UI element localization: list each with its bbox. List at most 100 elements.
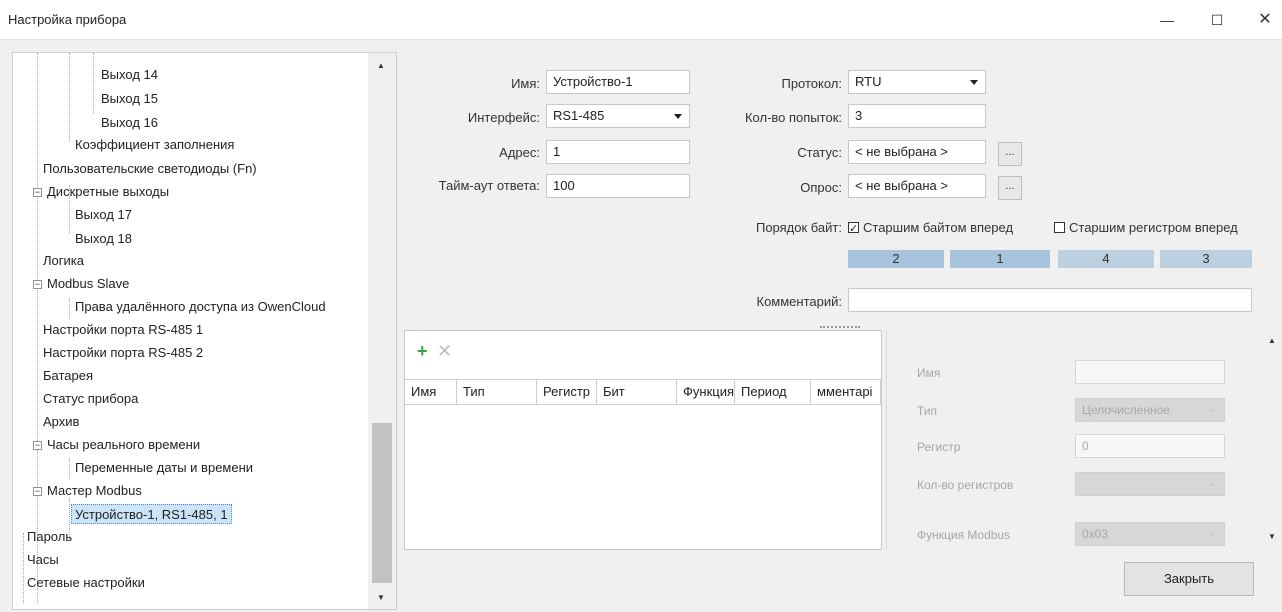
chevron-down-icon: ⌄ <box>1207 404 1216 415</box>
collapse-icon[interactable]: − <box>33 280 42 289</box>
scroll-up-icon[interactable]: ▲ <box>377 61 385 70</box>
prop-function-select: 0x03 ⌄ <box>1075 522 1225 546</box>
prop-reg-count-select: ⌄ <box>1075 472 1225 496</box>
tree-item-user-leds[interactable]: Пользовательские светодиоды (Fn) <box>43 159 257 179</box>
timeout-input[interactable]: 100 <box>546 174 690 198</box>
prop-type-label: Тип <box>917 404 938 418</box>
add-variable-button[interactable]: + <box>417 341 428 362</box>
tree-item-rs485-port-2[interactable]: Настройки порта RS-485 2 <box>43 343 203 363</box>
close-window-button[interactable]: ✕ <box>1248 6 1282 34</box>
title-bar: Настройка прибора — ☐ ✕ <box>0 0 1282 40</box>
tree-item-output-16[interactable]: Выход 16 <box>101 113 158 133</box>
name-label: Имя: <box>511 76 540 91</box>
chevron-down-icon <box>674 114 682 119</box>
tree-connector <box>69 459 70 479</box>
protocol-select[interactable]: RTU <box>848 70 986 94</box>
high-byte-first-checkbox[interactable]: Старшим байтом вперед <box>848 218 1014 239</box>
tree-connector <box>93 53 94 113</box>
poll-label: Опрос: <box>800 180 842 195</box>
grid-toolbar: + ✕ <box>405 331 881 371</box>
splitter-handle[interactable] <box>820 326 860 328</box>
tree-item-discrete-outputs[interactable]: Дискретные выходы <box>47 182 169 202</box>
tree-item-owencloud-access[interactable]: Права удалённого доступа из OwenCloud <box>75 297 326 317</box>
tree-connector <box>37 53 38 603</box>
tree-item-logic[interactable]: Логика <box>43 251 84 271</box>
high-reg-first-checkbox[interactable]: Старшим регистром вперед <box>1054 218 1238 238</box>
tree-item-datetime-vars[interactable]: Переменные даты и времени <box>75 458 253 478</box>
tree-item-output-15[interactable]: Выход 15 <box>101 89 158 109</box>
grid-header: Имя Тип Регистр Бит Функция Период ммент… <box>405 379 881 405</box>
prop-type-value: Целочисленное <box>1082 403 1170 417</box>
interface-select[interactable]: RS1-485 <box>546 104 690 128</box>
byte-cell-4: 3 <box>1160 250 1252 268</box>
tree-item-rtc[interactable]: Часы реального времени <box>47 435 200 455</box>
tree-item-output-14[interactable]: Выход 14 <box>101 65 158 85</box>
tree-item-clock[interactable]: Часы <box>27 550 59 570</box>
prop-name-input <box>1075 360 1225 384</box>
scroll-up-icon[interactable]: ▲ <box>1268 336 1276 345</box>
settings-tree[interactable]: Выход 14 Выход 15 Выход 16 Коэффициент з… <box>12 52 397 610</box>
status-field[interactable]: < не выбрана > <box>848 140 986 164</box>
scroll-down-icon[interactable]: ▼ <box>1268 532 1276 541</box>
tree-item-output-17[interactable]: Выход 17 <box>75 205 132 225</box>
tree-item-modbus-master[interactable]: Мастер Modbus <box>47 481 142 501</box>
prop-name-label: Имя <box>917 366 941 380</box>
chevron-down-icon: ⌄ <box>1207 528 1216 539</box>
prop-register-label: Регистр <box>917 440 961 454</box>
tree-item-archive[interactable]: Архив <box>43 412 79 432</box>
tree-scrollbar[interactable]: ▲ ▼ <box>368 53 396 609</box>
interface-value: RS1-485 <box>553 108 605 123</box>
properties-scrollbar[interactable]: ▲ ▼ <box>1266 334 1280 546</box>
collapse-icon[interactable]: − <box>33 441 42 450</box>
column-header-period[interactable]: Период <box>735 380 811 404</box>
poll-field[interactable]: < не выбрана > <box>848 174 986 198</box>
tree-item-duty-cycle[interactable]: Коэффициент заполнения <box>75 135 234 155</box>
column-header-name[interactable]: Имя <box>405 380 457 404</box>
retries-input[interactable]: 3 <box>848 104 986 128</box>
chevron-down-icon <box>970 80 978 85</box>
tree-connector <box>69 299 70 319</box>
column-header-register[interactable]: Регистр <box>537 380 597 404</box>
prop-function-value: 0x03 <box>1082 527 1109 541</box>
name-input[interactable]: Устройство-1 <box>546 70 690 94</box>
timeout-label: Тайм-аут ответа: <box>438 178 540 193</box>
high-byte-first-label: Старшим байтом вперед <box>863 220 1014 235</box>
tree-item-device-status[interactable]: Статус прибора <box>43 389 138 409</box>
column-header-type[interactable]: Тип <box>457 380 537 404</box>
column-header-bit[interactable]: Бит <box>597 380 677 404</box>
address-input[interactable]: 1 <box>546 140 690 164</box>
close-button[interactable]: Закрыть <box>1124 562 1254 596</box>
comment-label: Комментарий: <box>756 294 843 309</box>
variables-grid: + ✕ Имя Тип Регистр Бит Функция Период м… <box>404 330 882 550</box>
high-reg-first-label: Старшим регистром вперед <box>1069 220 1238 235</box>
tree-item-rs485-port-1[interactable]: Настройки порта RS-485 1 <box>43 320 203 340</box>
comment-input[interactable] <box>848 288 1252 312</box>
minimize-button[interactable]: — <box>1150 6 1184 34</box>
tree-connector <box>69 53 70 141</box>
column-header-comment[interactable]: мментарі <box>811 380 881 404</box>
byte-order-label: Порядок байт: <box>755 220 842 235</box>
scroll-thumb[interactable] <box>372 423 392 583</box>
prop-type-select: Целочисленное ⌄ <box>1075 398 1225 422</box>
prop-register-input: 0 <box>1075 434 1225 458</box>
tree-item-password[interactable]: Пароль <box>27 527 72 547</box>
collapse-icon[interactable]: − <box>33 487 42 496</box>
interface-label: Интерфейс: <box>467 110 540 125</box>
collapse-icon[interactable]: − <box>33 188 42 197</box>
poll-browse-button[interactable]: ... <box>998 176 1022 200</box>
status-browse-button[interactable]: ... <box>998 142 1022 166</box>
tree-item-device-1[interactable]: Устройство-1, RS1-485, 1 <box>71 504 232 524</box>
column-header-function[interactable]: Функция <box>677 380 735 404</box>
scroll-down-icon[interactable]: ▼ <box>377 593 385 602</box>
checkbox-icon <box>848 219 859 239</box>
variable-properties: Имя Тип Целочисленное ⌄ Регистр 0 Кол-во… <box>886 330 1280 550</box>
tree-item-network-settings[interactable]: Сетевые настройки <box>27 573 145 593</box>
delete-variable-button[interactable]: ✕ <box>437 341 452 362</box>
tree-item-modbus-slave[interactable]: Modbus Slave <box>47 274 129 294</box>
address-label: Адрес: <box>499 145 540 160</box>
maximize-button[interactable]: ☐ <box>1200 6 1234 34</box>
tree-item-battery[interactable]: Батарея <box>43 366 93 386</box>
tree-item-output-18[interactable]: Выход 18 <box>75 229 132 249</box>
byte-cell-3: 4 <box>1058 250 1154 268</box>
retries-label: Кол-во попыток: <box>744 110 842 125</box>
